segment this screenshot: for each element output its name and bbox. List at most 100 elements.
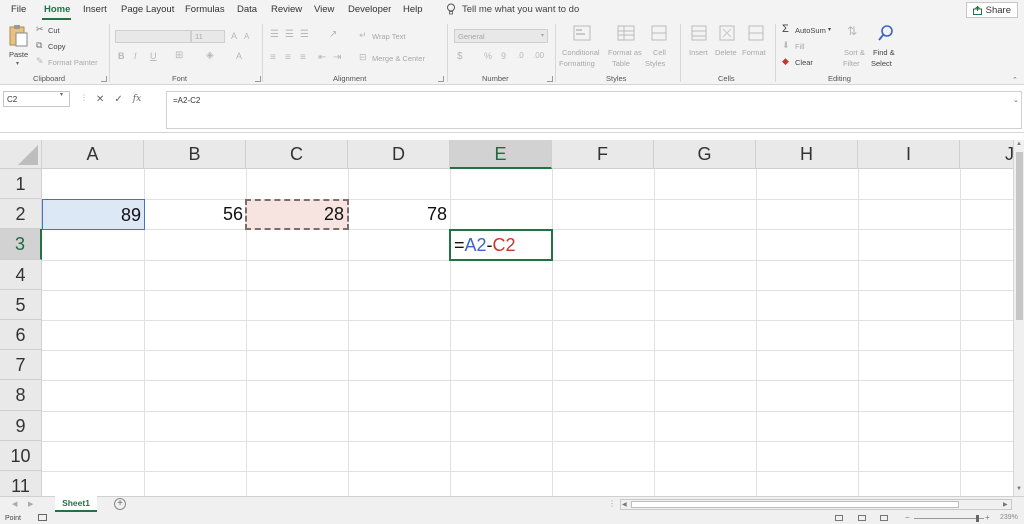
column-header-g[interactable]: G [654, 140, 756, 169]
row-header-2[interactable]: 2 [0, 199, 42, 230]
font-launcher-icon[interactable] [255, 76, 261, 82]
grow-font-icon[interactable]: A [231, 31, 237, 41]
tab-developer[interactable]: Developer [348, 4, 391, 15]
row-header-9[interactable]: 9 [0, 410, 42, 441]
column-header-d[interactable]: D [348, 140, 450, 169]
align-right-icon[interactable]: ≡ [300, 52, 306, 63]
insert-cells-button[interactable]: Insert [686, 23, 712, 71]
cell-c2[interactable]: 28 [245, 199, 349, 230]
currency-button[interactable]: $ [457, 51, 463, 62]
clear-button[interactable]: Clear [795, 58, 813, 67]
italic-button[interactable]: I [134, 51, 137, 61]
comma-style-button[interactable]: 9 [501, 51, 506, 61]
prev-sheet-icon[interactable]: ◀ [12, 500, 17, 508]
row-header-4[interactable]: 4 [0, 259, 42, 290]
merge-center-button[interactable]: Merge & Center [372, 54, 425, 63]
bold-button[interactable]: B [118, 51, 125, 61]
insert-function-button[interactable]: fx [133, 94, 141, 104]
percent-button[interactable]: % [484, 51, 492, 61]
format-painter-button[interactable]: Format Painter [48, 58, 98, 67]
number-format-select[interactable]: General ▾ [454, 29, 548, 43]
sort-filter-button[interactable]: ⇅ Sort & Filter [843, 23, 871, 71]
row-header-8[interactable]: 8 [0, 380, 42, 411]
autosum-button[interactable]: AutoSum [795, 26, 826, 35]
conditional-formatting-button[interactable]: Conditional Formatting [559, 23, 605, 71]
column-header-c[interactable]: C [246, 140, 348, 169]
column-header-h[interactable]: H [756, 140, 858, 169]
number-launcher-icon[interactable] [547, 76, 553, 82]
zoom-slider-thumb[interactable] [976, 515, 979, 522]
add-sheet-icon[interactable]: + [114, 498, 126, 510]
next-sheet-icon[interactable]: ▶ [28, 500, 33, 508]
increase-decimal-icon[interactable]: .0 [517, 51, 524, 60]
column-header-f[interactable]: F [552, 140, 654, 169]
chevron-down-icon[interactable]: ▾ [60, 91, 63, 98]
tab-file[interactable]: File [11, 4, 26, 15]
row-header-1[interactable]: 1 [0, 169, 42, 200]
sheet-tab-sheet1[interactable]: Sheet1 [55, 496, 97, 512]
underline-button[interactable]: U [150, 51, 157, 61]
formula-input[interactable]: =A2-C2 [166, 91, 1022, 129]
cell-styles-button[interactable]: Cell Styles [645, 23, 675, 71]
select-all-button[interactable] [0, 140, 42, 169]
scroll-up-icon[interactable]: ▲ [1016, 141, 1022, 147]
fill-color-icon[interactable]: ◈ [206, 50, 214, 61]
bottom-align-icon[interactable]: ☰ [300, 29, 309, 40]
accessibility-icon[interactable] [38, 514, 47, 521]
zoom-out-icon[interactable]: − [905, 513, 910, 522]
normal-view-icon[interactable] [835, 515, 843, 521]
column-header-e[interactable]: E [450, 140, 552, 169]
copy-button[interactable]: Copy [48, 42, 66, 51]
scroll-down-icon[interactable]: ▼ [1016, 486, 1022, 492]
cell-d2[interactable]: 78 [348, 199, 450, 230]
row-header-6[interactable]: 6 [0, 320, 42, 351]
tab-review[interactable]: Review [271, 4, 302, 15]
format-as-table-button[interactable]: Format as Table [606, 23, 646, 71]
splitter-icon[interactable]: ⋮ [80, 93, 88, 102]
horizontal-scrollbar[interactable]: ◀ ▶ [620, 499, 1012, 510]
decrease-indent-icon[interactable]: ⇤ [318, 52, 326, 63]
tab-home[interactable]: Home [44, 4, 70, 15]
delete-cells-button[interactable]: Delete [713, 23, 741, 71]
zoom-level[interactable]: 239% [1000, 514, 1018, 521]
tab-help[interactable]: Help [403, 4, 423, 15]
collapse-ribbon-icon[interactable]: ⌃ [1012, 76, 1018, 84]
column-header-b[interactable]: B [144, 140, 246, 169]
font-color-button[interactable]: A [236, 51, 242, 61]
horizontal-scroll-thumb[interactable] [631, 501, 959, 508]
scroll-left-icon[interactable]: ◀ [622, 501, 627, 508]
decrease-decimal-icon[interactable]: .00 [533, 51, 544, 60]
row-header-3[interactable]: 3 [0, 229, 42, 260]
cell-a2[interactable]: 89 [42, 199, 145, 230]
vertical-scroll-thumb[interactable] [1016, 152, 1023, 320]
align-center-icon[interactable]: ≡ [285, 52, 291, 63]
zoom-in-icon[interactable]: + [985, 513, 990, 522]
row-header-7[interactable]: 7 [0, 350, 42, 381]
row-header-5[interactable]: 5 [0, 289, 42, 320]
column-header-i[interactable]: I [858, 140, 960, 169]
column-header-j[interactable]: J [960, 140, 1013, 169]
scroll-right-icon[interactable]: ▶ [1003, 501, 1008, 508]
font-name-select[interactable] [115, 30, 191, 43]
format-cells-button[interactable]: Format [741, 23, 771, 71]
clipboard-launcher-icon[interactable] [101, 76, 107, 82]
page-break-view-icon[interactable] [880, 515, 888, 521]
tab-splitter-icon[interactable]: ⋮ [608, 499, 616, 508]
cell-b2[interactable]: 56 [144, 199, 246, 230]
align-left-icon[interactable]: ≡ [270, 52, 276, 63]
font-size-select[interactable]: 11 [191, 30, 225, 43]
find-select-button[interactable]: Find & Select [871, 23, 903, 71]
top-align-icon[interactable]: ☰ [270, 29, 279, 40]
row-header-10[interactable]: 10 [0, 440, 42, 471]
borders-icon[interactable]: ⊞ [175, 50, 183, 61]
shrink-font-icon[interactable]: A [244, 32, 249, 41]
alignment-launcher-icon[interactable] [438, 76, 444, 82]
expand-formula-bar-icon[interactable]: ⌄ [1013, 96, 1019, 104]
tab-data[interactable]: Data [237, 4, 257, 15]
row-header-11[interactable]: 11 [0, 471, 42, 496]
tab-page-layout[interactable]: Page Layout [121, 4, 174, 15]
paste-button[interactable]: Paste ▾ [6, 23, 30, 69]
fill-button[interactable]: Fill [795, 42, 805, 51]
zoom-slider[interactable] [914, 518, 984, 519]
wrap-text-button[interactable]: Wrap Text [372, 32, 406, 41]
